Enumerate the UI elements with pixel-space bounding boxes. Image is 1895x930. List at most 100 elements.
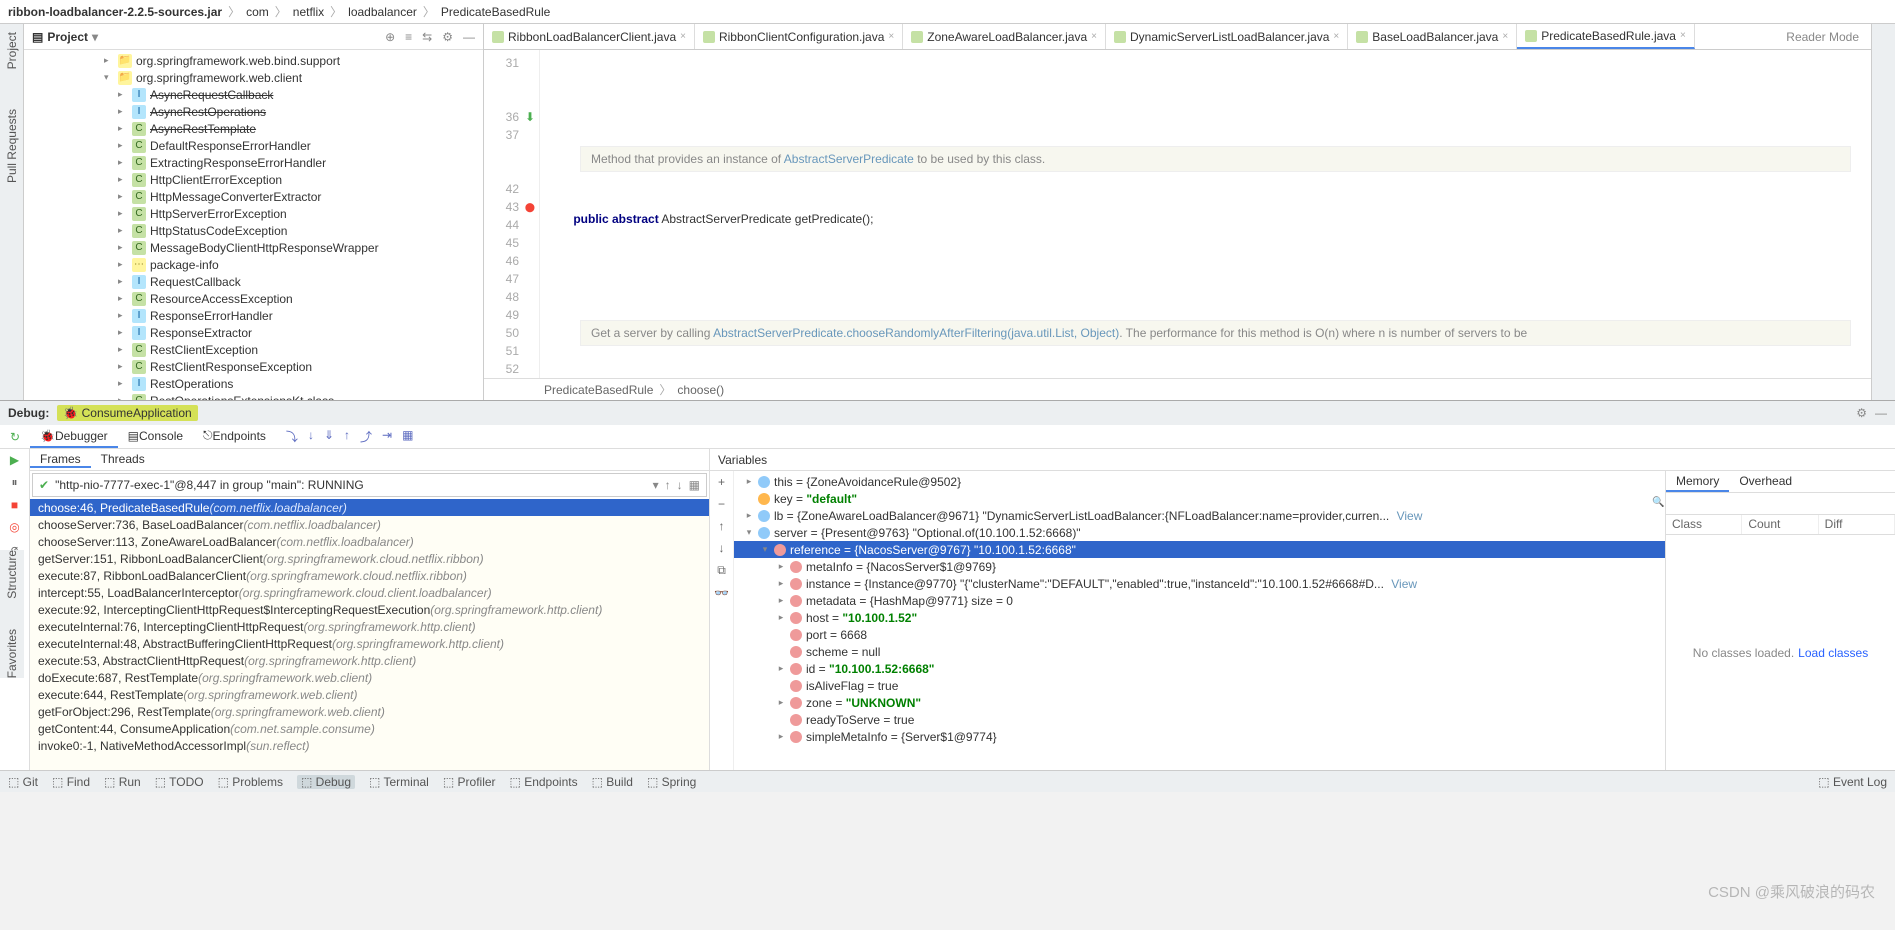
variable-node[interactable]: ▸simpleMetaInfo = {Server$1@9774}: [734, 728, 1665, 745]
editor-tab[interactable]: DynamicServerListLoadBalancer.java×: [1106, 24, 1348, 49]
structure-tool-button[interactable]: Structure: [5, 550, 19, 599]
stack-frame[interactable]: getServer:151, RibbonLoadBalancerClient …: [30, 550, 709, 567]
variable-node[interactable]: port = 6668: [734, 626, 1665, 643]
run-config[interactable]: 🐞 ConsumeApplication: [57, 405, 197, 421]
force-step-into-icon[interactable]: ⇓: [324, 428, 334, 445]
project-tool-button[interactable]: Project: [5, 32, 19, 69]
hide-icon[interactable]: —: [463, 30, 475, 44]
breadcrumb-item[interactable]: netflix: [293, 5, 324, 19]
pause-icon[interactable]: ⏸: [11, 475, 17, 490]
tree-class[interactable]: ▸CRestClientException: [24, 341, 483, 358]
stack-frame[interactable]: chooseServer:113, ZoneAwareLoadBalancer …: [30, 533, 709, 550]
project-title[interactable]: Project: [47, 30, 88, 44]
bottom-tool-spring[interactable]: ⬚ Spring: [647, 775, 696, 789]
close-icon[interactable]: ×: [680, 31, 686, 42]
close-icon[interactable]: ×: [1502, 31, 1508, 42]
bottom-tool-debug[interactable]: ⬚ Debug: [297, 775, 355, 789]
tree-class[interactable]: ▸IResponseExtractor: [24, 324, 483, 341]
evaluate-icon[interactable]: ▦: [402, 428, 413, 445]
crumb-class[interactable]: PredicateBasedRule: [544, 383, 653, 397]
variable-node[interactable]: ▸id = "10.100.1.52:6668": [734, 660, 1665, 677]
breadcrumb-item[interactable]: loadbalancer: [348, 5, 417, 19]
rerun-icon[interactable]: ↻: [10, 430, 20, 444]
memory-search-input[interactable]: [1666, 493, 1895, 514]
tree-class[interactable]: ▸CHttpMessageConverterExtractor: [24, 188, 483, 205]
code-editor[interactable]: Method that provides an instance of Abst…: [540, 50, 1871, 378]
editor-tab[interactable]: RibbonLoadBalancerClient.java×: [484, 24, 695, 49]
endpoints-tab[interactable]: ⎋ Endpoints: [193, 425, 276, 448]
event-log-button[interactable]: ⬚ Event Log: [1818, 775, 1887, 789]
threads-tab[interactable]: Threads: [91, 452, 155, 468]
stack-frame[interactable]: intercept:55, LoadBalancerInterceptor (o…: [30, 584, 709, 601]
editor-tab[interactable]: ZoneAwareLoadBalancer.java×: [903, 24, 1106, 49]
load-classes-link[interactable]: Load classes: [1798, 646, 1868, 660]
editor-tab[interactable]: BaseLoadBalancer.java×: [1348, 24, 1517, 49]
new-watch-icon[interactable]: +: [718, 475, 725, 489]
variable-node[interactable]: ▸this = {ZoneAvoidanceRule@9502}: [734, 473, 1665, 490]
down-icon[interactable]: ↓: [719, 541, 725, 555]
tree-class[interactable]: ▸CHttpClientErrorException: [24, 171, 483, 188]
collapse-icon[interactable]: ⇆: [422, 30, 432, 44]
editor-tab[interactable]: PredicateBasedRule.java×: [1517, 24, 1695, 49]
tree-class[interactable]: ▸IAsyncRestOperations: [24, 103, 483, 120]
tree-class[interactable]: ▸IResponseErrorHandler: [24, 307, 483, 324]
expand-icon[interactable]: ≡: [405, 30, 412, 44]
variable-node[interactable]: ▾reference = {NacosServer@9767} "10.100.…: [734, 541, 1665, 558]
breadcrumb-item[interactable]: com: [246, 5, 269, 19]
favorites-tool-button[interactable]: Favorites: [5, 629, 19, 678]
variable-node[interactable]: ▸lb = {ZoneAwareLoadBalancer@9671} "Dyna…: [734, 507, 1665, 524]
overhead-tab[interactable]: Overhead: [1729, 471, 1802, 492]
stack-frame[interactable]: chooseServer:736, BaseLoadBalancer (com.…: [30, 516, 709, 533]
memory-tab[interactable]: Memory: [1666, 471, 1729, 492]
stack-frame[interactable]: getForObject:296, RestTemplate (org.spri…: [30, 703, 709, 720]
locate-icon[interactable]: ⊕: [385, 30, 395, 44]
bottom-tool-profiler[interactable]: ⬚ Profiler: [443, 775, 496, 789]
stack-frame[interactable]: executeInternal:76, InterceptingClientHt…: [30, 618, 709, 635]
variable-node[interactable]: ▸host = "10.100.1.52": [734, 609, 1665, 626]
tree-class[interactable]: ▸IRestOperations: [24, 375, 483, 392]
stack-frame[interactable]: execute:644, RestTemplate (org.springfra…: [30, 686, 709, 703]
copy-icon[interactable]: ⧉: [717, 563, 726, 578]
step-out-icon[interactable]: ↑: [344, 428, 350, 445]
crumb-method[interactable]: choose(): [677, 383, 724, 397]
view-breakpoints-icon[interactable]: ◎: [9, 520, 19, 534]
variable-node[interactable]: readyToServe = true: [734, 711, 1665, 728]
step-into-icon[interactable]: ↓: [308, 428, 314, 445]
breadcrumb-leaf[interactable]: PredicateBasedRule: [441, 5, 550, 19]
stack-frame[interactable]: execute:53, AbstractClientHttpRequest (o…: [30, 652, 709, 669]
settings-icon[interactable]: ⚙: [442, 30, 453, 44]
stack-frame[interactable]: invoke0:-1, NativeMethodAccessorImpl (su…: [30, 737, 709, 754]
resume-icon[interactable]: ▶: [10, 453, 19, 467]
run-to-cursor-icon[interactable]: ⇥: [382, 428, 392, 445]
stop-icon[interactable]: ■: [11, 498, 18, 512]
variable-node[interactable]: ▸instance = {Instance@9770} "{"clusterNa…: [734, 575, 1665, 592]
stack-frame[interactable]: executeInternal:48, AbstractBufferingCli…: [30, 635, 709, 652]
bottom-tool-endpoints[interactable]: ⬚ Endpoints: [510, 775, 578, 789]
editor-tabs[interactable]: RibbonLoadBalancerClient.java×RibbonClie…: [484, 24, 1871, 50]
console-tab[interactable]: ▤ Console: [118, 425, 193, 448]
breadcrumb-root[interactable]: ribbon-loadbalancer-2.2.5-sources.jar: [8, 5, 222, 19]
glasses-icon[interactable]: 👓: [714, 586, 729, 600]
tree-class[interactable]: ▸CHttpStatusCodeException: [24, 222, 483, 239]
bottom-tool-run[interactable]: ⬚ Run: [104, 775, 141, 789]
close-icon[interactable]: ×: [1091, 31, 1097, 42]
stack-frame[interactable]: doExecute:687, RestTemplate (org.springf…: [30, 669, 709, 686]
tree-class[interactable]: ▸⋯package-info: [24, 256, 483, 273]
bottom-tool-terminal[interactable]: ⬚ Terminal: [369, 775, 429, 789]
drop-frame-icon[interactable]: ⤴: [360, 428, 372, 445]
tree-class[interactable]: ▸CRestClientResponseException: [24, 358, 483, 375]
tree-package[interactable]: ▾📁org.springframework.web.client: [24, 69, 483, 86]
stack-frame[interactable]: execute:87, RibbonLoadBalancerClient (or…: [30, 567, 709, 584]
frames-tab[interactable]: Frames: [30, 452, 91, 468]
project-tree[interactable]: ▸📁org.springframework.web.bind.support▾📁…: [24, 50, 483, 400]
bottom-tool-find[interactable]: ⬚ Find: [52, 775, 90, 789]
stack-frame[interactable]: execute:92, InterceptingClientHttpReques…: [30, 601, 709, 618]
tree-class[interactable]: ▸CResourceAccessException: [24, 290, 483, 307]
close-icon[interactable]: ×: [1333, 31, 1339, 42]
tree-class[interactable]: ▸CExtractingResponseErrorHandler: [24, 154, 483, 171]
tree-package[interactable]: ▸📁org.springframework.web.bind.support: [24, 52, 483, 69]
tree-class[interactable]: ▸CAsyncRestTemplate: [24, 120, 483, 137]
up-icon[interactable]: ↑: [719, 519, 725, 533]
debug-settings-icon[interactable]: ⚙: [1856, 406, 1867, 420]
memory-col-diff[interactable]: Diff: [1819, 515, 1895, 534]
